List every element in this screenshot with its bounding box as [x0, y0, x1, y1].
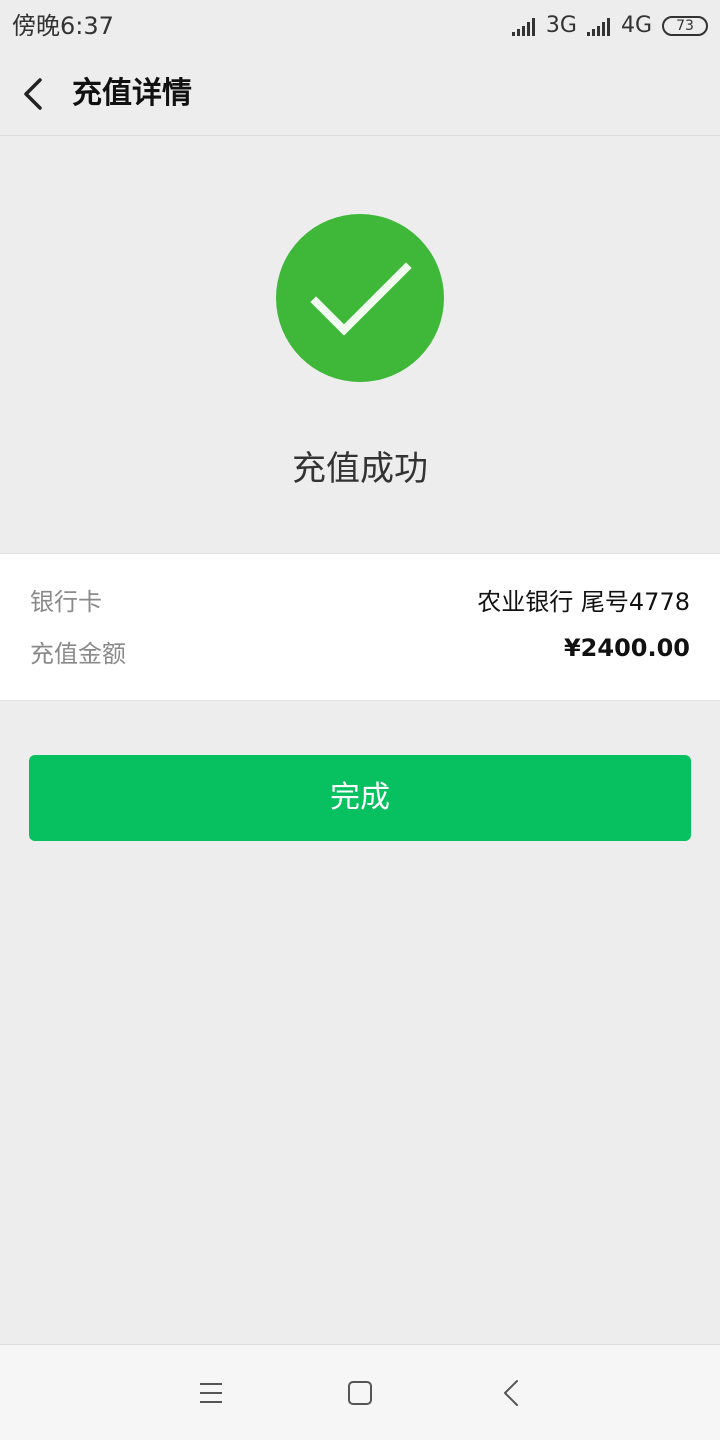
status-indicators: 3G 4G 73 — [511, 12, 708, 40]
battery-level: 73 — [676, 18, 694, 34]
home-icon[interactable] — [346, 1379, 374, 1407]
page-title: 充值详情 — [72, 76, 192, 111]
amount-value: ¥2400.00 — [563, 634, 690, 662]
detail-card: 银行卡 农业银行 尾号4778 充值金额 ¥2400.00 — [0, 553, 720, 701]
amount-label: 充值金额 — [30, 640, 126, 668]
battery-icon: 73 — [662, 16, 708, 36]
menu-icon[interactable] — [197, 1379, 225, 1407]
header: 充值详情 — [0, 52, 720, 136]
chevron-left-icon[interactable] — [18, 74, 52, 114]
bank-card-value: 农业银行 尾号4778 — [477, 588, 690, 616]
network-type-3g: 3G — [545, 13, 577, 38]
back-icon[interactable] — [498, 1379, 526, 1407]
network-type-4g: 4G — [620, 13, 652, 38]
navigation-bar — [0, 1344, 720, 1440]
status-time: 傍晚6:37 — [12, 12, 114, 40]
success-message: 充值成功 — [292, 449, 428, 489]
screen: 傍晚6:37 3G 4G 73 充值详情 充值成功 银行卡 农业银行 尾号477… — [0, 0, 720, 1440]
check-circle-icon — [276, 214, 444, 382]
bank-card-label: 银行卡 — [30, 588, 102, 616]
done-button[interactable]: 完成 — [29, 755, 691, 841]
status-bar: 傍晚6:37 3G 4G 73 — [0, 0, 720, 52]
signal-icon — [586, 18, 610, 36]
signal-icon — [511, 18, 535, 36]
